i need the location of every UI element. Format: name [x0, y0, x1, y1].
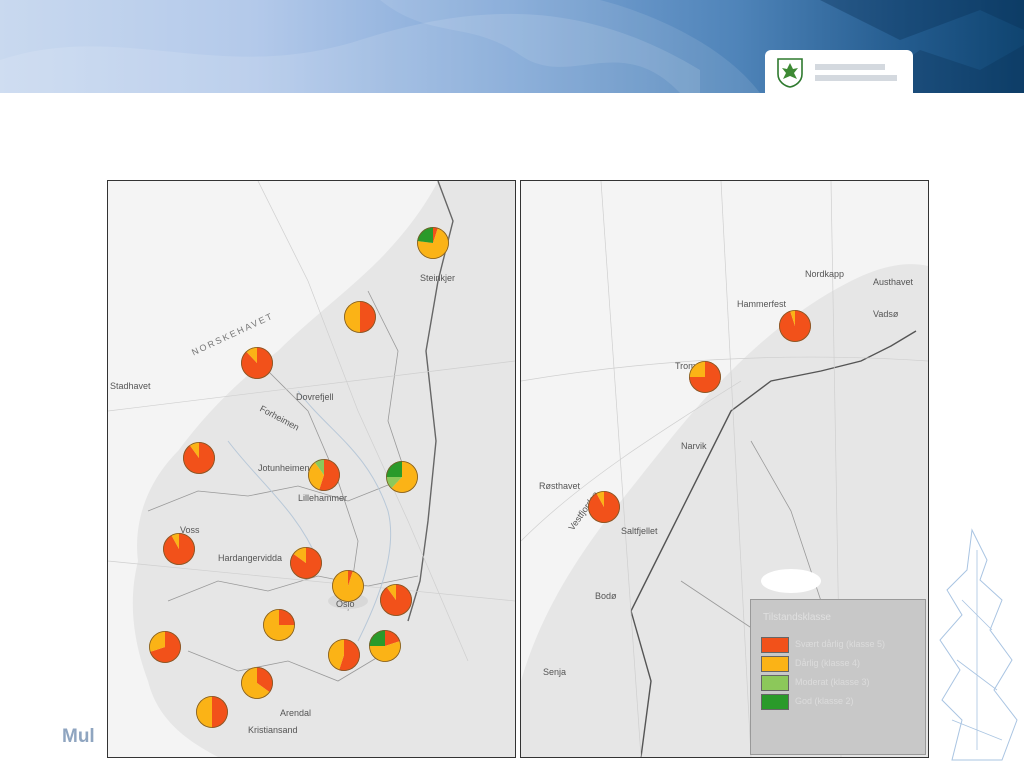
map-label-bodo: Bodø	[595, 591, 617, 601]
logo-wordmark	[815, 64, 901, 81]
map-legend: Tilstandsklasse Svært dårlig (klasse 5) …	[750, 599, 926, 755]
pie-nordland	[588, 491, 620, 523]
footer-text: Mul	[62, 726, 95, 747]
legend-swatch-red	[761, 637, 789, 653]
pie-vestfold	[328, 639, 360, 671]
map-label-dovrefjell: Dovrefjell	[296, 392, 334, 402]
legend-swatch-dark-green	[761, 694, 789, 710]
legend-swatch-light-green	[761, 675, 789, 691]
legend-item-orange: Dårlig (klasse 4)	[761, 656, 911, 672]
map-label-vidda: Hardangervidda	[218, 553, 283, 563]
legend-label: God (klasse 2)	[795, 696, 854, 706]
pie-slice	[344, 301, 360, 333]
pie-voss	[163, 533, 195, 565]
legend-swatch-orange	[761, 656, 789, 672]
map-label-saltfjellet: Saltfjellet	[621, 526, 658, 536]
legend-label: Dårlig (klasse 4)	[795, 658, 861, 668]
map-label-narvik: Narvik	[681, 441, 707, 451]
legend-item-light-green: Moderat (klasse 3)	[761, 675, 911, 691]
pie-oslo	[332, 570, 364, 602]
map-south-norway: NORSKEHAVET Stadhavet Steinkjer Dovrefje…	[107, 180, 516, 758]
pie-finnmark	[779, 310, 811, 342]
map-label-steinkjer: Steinkjer	[420, 273, 456, 283]
pie-rogaland	[149, 631, 181, 663]
map-label-rosthavet: Røsthavet	[539, 481, 581, 491]
pie-hamar	[386, 461, 418, 493]
pie-troms	[689, 361, 721, 393]
map-label-hammerfest: Hammerfest	[737, 299, 787, 309]
map-label-lillehammer: Lillehammer	[298, 493, 348, 503]
map-label-nordkapp: Nordkapp	[805, 269, 845, 279]
pie-ostfold	[369, 630, 401, 662]
pie-agder	[196, 696, 228, 728]
pie-ostfold-north	[380, 584, 412, 616]
pie-setesdal	[241, 667, 273, 699]
header-banner	[0, 0, 1024, 93]
pie-slice	[212, 696, 228, 728]
pie-sogn	[183, 442, 215, 474]
legend-title: Tilstandsklasse	[763, 612, 831, 623]
pie-trondheim	[344, 301, 376, 333]
map-label-stadhavet: Stadhavet	[110, 381, 151, 391]
pie-molde	[241, 347, 273, 379]
map-label-vadso: Vadsø	[873, 309, 899, 319]
legend-item-dark-green: God (klasse 2)	[761, 694, 911, 710]
map-label-austhavet: Austhavet	[873, 277, 914, 287]
legend-label: Svært dårlig (klasse 5)	[795, 639, 886, 649]
map-label-kristiansand: Kristiansand	[248, 725, 298, 735]
pie-telemark	[263, 609, 295, 641]
pie-slice	[360, 301, 376, 333]
map-label-senja: Senja	[543, 667, 567, 677]
pie-slice	[196, 696, 212, 728]
logo	[765, 50, 913, 93]
leaf-pattern-decoration	[939, 528, 1018, 761]
legend-label: Moderat (klasse 3)	[795, 677, 870, 687]
map-label-jotunheimen: Jotunheimen	[258, 463, 310, 473]
map-label-arendal: Arendal	[280, 708, 312, 718]
pie-steinkjer	[417, 227, 449, 259]
pie-hallingdal	[290, 547, 322, 579]
pie-lillehammer	[308, 459, 340, 491]
legend-item-red: Svært dårlig (klasse 5)	[761, 637, 911, 653]
